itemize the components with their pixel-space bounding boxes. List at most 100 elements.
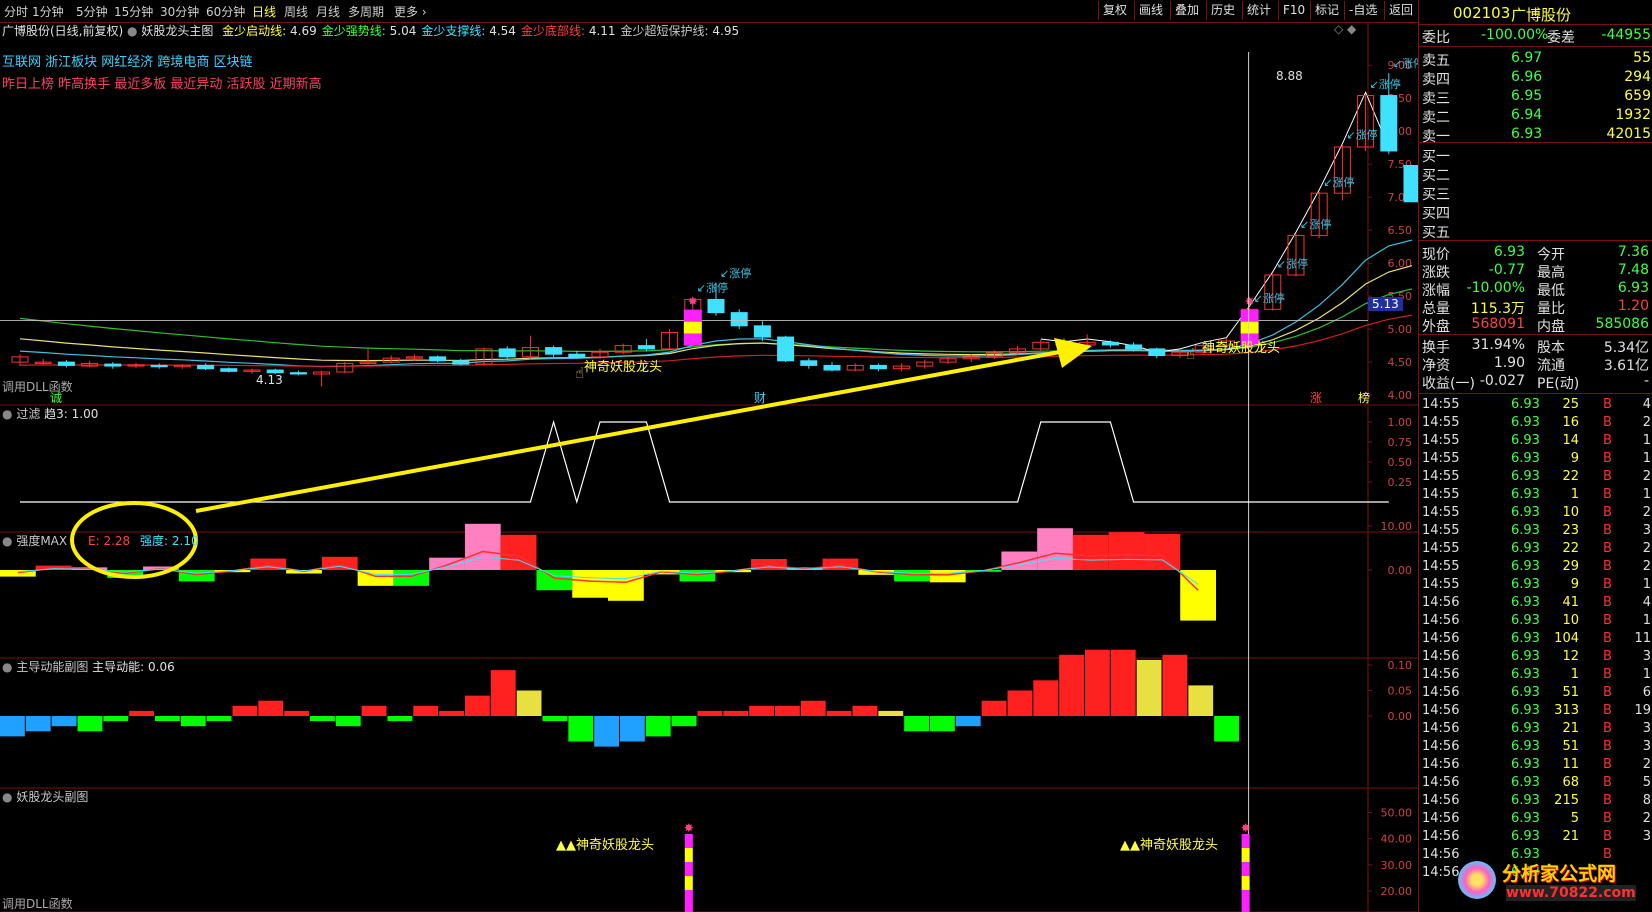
bid-row[interactable]: 买一 [1419,146,1652,165]
tick-row[interactable]: 14:56 6.93 104 B 11 [1419,631,1652,649]
stat-row: 外盘 568091 内盘 585086 [1419,316,1652,335]
period-tab-9[interactable]: 多周期 [348,3,384,20]
tick-row[interactable]: 14:55 6.93 22 B 2 [1419,469,1652,487]
toolbar-button-叠加[interactable]: 叠加 [1170,1,1203,20]
indicator-name[interactable]: 妖股龙头主图 [141,24,213,38]
toolbar-button--自选[interactable]: -自选 [1344,1,1381,20]
ask-label: 卖一 [1422,129,1450,145]
sub-tick-label: 20.00 [1381,885,1413,898]
period-tab-7[interactable]: 周线 [284,3,308,20]
chart-option-icons[interactable]: ◇ ◆ [1334,22,1356,36]
signal-label-1: 神奇妖股龙头 [584,360,663,375]
tick-row[interactable]: 14:56 6.93 41 B 4 [1419,595,1652,613]
bid-row[interactable]: 买四 [1419,203,1652,222]
settings-icon[interactable]: ● [2,660,12,674]
chart-area[interactable]: 9.008.508.007.507.006.506.005.505.004.50… [0,22,1418,912]
toolbar-button-历史[interactable]: 历史 [1206,1,1239,20]
tick-row[interactable]: 14:56 6.93 5 B 2 [1419,811,1652,829]
bid-row[interactable]: 买三 [1419,184,1652,203]
tick-row[interactable]: 14:55 6.93 10 B 2 [1419,505,1652,523]
tick-row[interactable]: 14:56 6.93 51 B 6 [1419,685,1652,703]
tick-price: 6.93 [1511,685,1540,700]
stat-row: 现价 6.93 今开 7.36 [1419,244,1652,263]
settings-icon[interactable]: ● [127,24,137,38]
period-tab-10[interactable]: 更多 › [394,3,427,20]
tick-row[interactable]: 14:56 6.93 12 B 3 [1419,649,1652,667]
toolbar-button-画线[interactable]: 画线 [1134,1,1167,20]
watermark-url: www.70822.com [1506,885,1636,901]
period-tab-6[interactable]: 日线 [252,3,276,20]
tick-row[interactable]: 14:56 6.93 51 B 3 [1419,739,1652,757]
marker-cheng: 诚 [50,391,63,405]
tick-row[interactable]: 14:55 6.93 22 B 2 [1419,541,1652,559]
strength-label: 强度: [140,534,169,548]
period-tab-4[interactable]: 30分钟 [160,3,199,20]
tick-side: B [1603,649,1612,664]
toolbar-button-统计[interactable]: 统计 [1242,1,1275,20]
tick-row[interactable]: 14:56 6.93 1 B 1 [1419,667,1652,685]
period-tab-1[interactable]: 1分钟 [32,3,64,20]
momentum-bar [284,710,309,716]
toolbar-button-F10[interactable]: F10 [1278,1,1309,20]
tick-time: 14:55 [1422,433,1460,448]
period-tab-8[interactable]: 月线 [316,3,340,20]
tick-row[interactable]: 14:55 6.93 1 B 1 [1419,487,1652,505]
candle-body [1380,95,1398,152]
toolbar-button-返回[interactable]: 返回 [1384,1,1417,20]
tick-volume: 5 [1570,811,1579,826]
stat-value: 6.93 [1617,280,1649,296]
tick-volume: 11 [1562,757,1579,772]
toolbar-button-复权[interactable]: 复权 [1098,1,1131,20]
period-tab-0[interactable]: 分时 [4,3,28,20]
bid-row[interactable]: 买二 [1419,165,1652,184]
stat-value: 7.48 [1617,262,1649,278]
pointer-icon: ☝ [1186,345,1196,363]
tick-row[interactable]: 14:56 6.93 21 B 3 [1419,829,1652,847]
tick-row[interactable]: 14:55 6.93 9 B 1 [1419,577,1652,595]
tick-row[interactable]: 14:55 6.93 16 B 2 [1419,415,1652,433]
tick-row[interactable]: 14:55 6.93 29 B 2 [1419,559,1652,577]
settings-icon[interactable]: ● [2,534,12,548]
toolbar-button-标记[interactable]: 标记 [1310,1,1343,20]
tick-count: 2 [1642,415,1651,430]
dll-label: 调用DLL函数 [2,380,73,394]
strength-bar [929,570,966,583]
tick-row[interactable]: 14:55 6.93 25 B 4 [1419,397,1652,415]
stock-tags: 昨日上榜 昨高换手 最近多板 最近异动 活跃股 近期新高 [2,77,322,92]
ask-volume: 55 [1633,50,1651,66]
ask-volume: 42015 [1606,126,1651,142]
momentum-tick-label: 0.05 [1388,685,1413,698]
tick-row[interactable]: 14:56 6.93 68 B 5 [1419,775,1652,793]
ask-row[interactable]: 卖五 6.97 55 [1419,50,1652,69]
settings-icon[interactable]: ● [2,407,12,421]
period-tab-2[interactable]: 5分钟 [76,3,108,20]
marker-bang: 榜 [1358,391,1371,405]
bid-row[interactable]: 买五 [1419,222,1652,241]
ask-row[interactable]: 卖二 6.94 1932 [1419,107,1652,126]
tick-row[interactable]: 14:56 6.93 21 B 3 [1419,721,1652,739]
period-tab-3[interactable]: 15分钟 [114,3,153,20]
momentum-bar [516,690,542,716]
ask-row[interactable]: 卖四 6.96 294 [1419,69,1652,88]
tick-row[interactable]: 14:56 6.93 11 B 2 [1419,757,1652,775]
tick-row[interactable]: 14:55 6.93 14 B 1 [1419,433,1652,451]
period-tab-5[interactable]: 60分钟 [206,3,245,20]
tick-row[interactable]: 14:55 6.93 23 B 3 [1419,523,1652,541]
tick-volume: 12 [1562,649,1579,664]
tick-row[interactable]: 14:56 6.93 10 B 1 [1419,613,1652,631]
tick-row[interactable]: 14:55 6.93 9 B 1 [1419,451,1652,469]
tick-volume: 25 [1562,397,1579,412]
tick-row[interactable]: 14:56 6.93 313 B 19 [1419,703,1652,721]
tick-time: 14:55 [1422,559,1460,574]
ask-row[interactable]: 卖三 6.95 659 [1419,88,1652,107]
settings-icon[interactable]: ● [2,790,12,804]
tick-volume: 1 [1570,667,1579,682]
momentum-title: 主导动能副图 [16,660,89,674]
stat-value: 7.36 [1617,244,1649,260]
strength-tick-label: 0.00 [1388,564,1413,577]
signal-block [683,333,702,346]
strength-bar [500,534,537,570]
tick-volume: 10 [1562,613,1579,628]
momentum-value-label: 主导动能: [92,660,145,674]
tick-row[interactable]: 14:56 6.93 215 B 8 [1419,793,1652,811]
